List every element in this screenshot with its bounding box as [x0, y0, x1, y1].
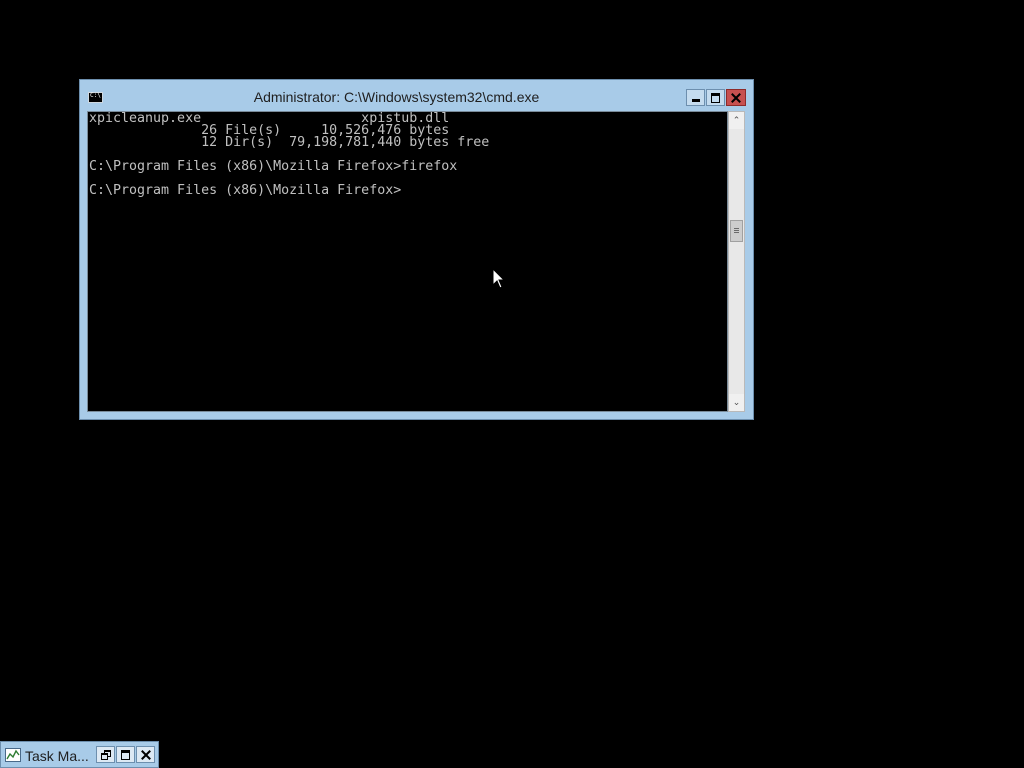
maximize-button[interactable]: [706, 89, 725, 106]
console-output[interactable]: xpicleanup.exe xpistub.dll 26 File(s) 10…: [87, 111, 728, 412]
cmd-window[interactable]: Administrator: C:\Windows\system32\cmd.e…: [79, 79, 754, 420]
close-button[interactable]: [136, 746, 155, 763]
task-manager-icon: [5, 748, 21, 762]
scroll-up-button[interactable]: ⌃: [729, 112, 744, 129]
title-bar[interactable]: Administrator: C:\Windows\system32\cmd.e…: [80, 80, 753, 111]
scroll-thumb[interactable]: [730, 220, 743, 242]
close-icon: [731, 93, 741, 103]
restore-icon: [100, 750, 111, 760]
console-line: C:\Program Files (x86)\Mozilla Firefox>f…: [89, 159, 458, 174]
close-button[interactable]: [726, 89, 746, 106]
console-prompt: C:\Program Files (x86)\Mozilla Firefox>: [89, 183, 402, 198]
console-text: xpicleanup.exe xpistub.dll 26 File(s) 10…: [89, 112, 490, 198]
close-icon: [141, 750, 151, 760]
desktop: Administrator: C:\Windows\system32\cmd.e…: [0, 0, 1024, 768]
chevron-up-icon: ⌃: [732, 115, 741, 126]
vertical-scrollbar[interactable]: ⌃ ⌄: [728, 111, 745, 412]
grip-line: [734, 230, 739, 231]
scroll-down-button[interactable]: ⌄: [729, 394, 744, 411]
maximize-icon: [121, 749, 130, 760]
grip-line: [734, 228, 739, 229]
maximize-button[interactable]: [116, 746, 135, 763]
minimize-icon: [691, 98, 700, 102]
console-line: 12 Dir(s) 79,198,781,440 bytes free: [89, 135, 490, 150]
task-manager-title: Task Ma...: [25, 748, 89, 764]
minimize-button[interactable]: [686, 89, 705, 106]
mouse-pointer-icon: [492, 268, 506, 289]
task-manager-minimized-window[interactable]: Task Ma...: [0, 741, 159, 768]
maximize-icon: [711, 92, 720, 103]
restore-button[interactable]: [96, 746, 115, 763]
chevron-down-icon: ⌄: [732, 397, 741, 408]
grip-line: [734, 232, 739, 233]
window-title: Administrator: C:\Windows\system32\cmd.e…: [253, 89, 540, 105]
